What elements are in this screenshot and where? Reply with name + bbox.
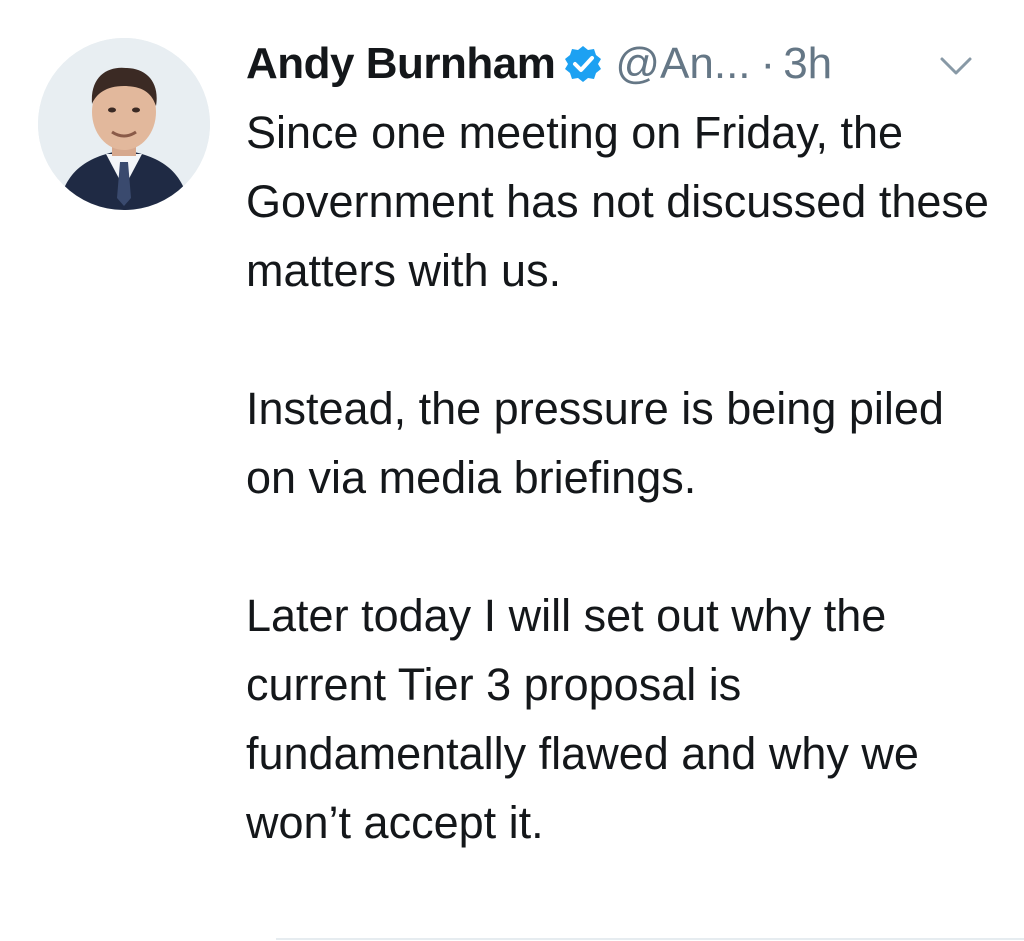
tweet-header: Andy Burnham @An... · 3h	[246, 34, 832, 94]
header-separator: ·	[760, 39, 776, 88]
tweet-text: Since one meeting on Friday, the Governm…	[246, 98, 1006, 857]
tweet[interactable]: Andy Burnham @An... · 3h Since one meeti…	[0, 0, 1024, 941]
tweet-paragraph-3: Later today I will set out why the curre…	[246, 590, 919, 848]
tweet-paragraph-1: Since one meeting on Friday, the Governm…	[246, 107, 989, 296]
chevron-down-icon[interactable]	[934, 44, 978, 88]
author-handle[interactable]: @An...	[615, 39, 750, 89]
avatar-photo	[38, 38, 210, 210]
tweet-timestamp[interactable]: 3h	[783, 39, 832, 89]
avatar[interactable]	[38, 38, 210, 210]
verified-badge-icon	[563, 44, 603, 84]
divider	[276, 938, 1024, 940]
author-display-name[interactable]: Andy Burnham	[246, 39, 556, 89]
tweet-paragraph-2: Instead, the pressure is being piled on …	[246, 383, 944, 503]
